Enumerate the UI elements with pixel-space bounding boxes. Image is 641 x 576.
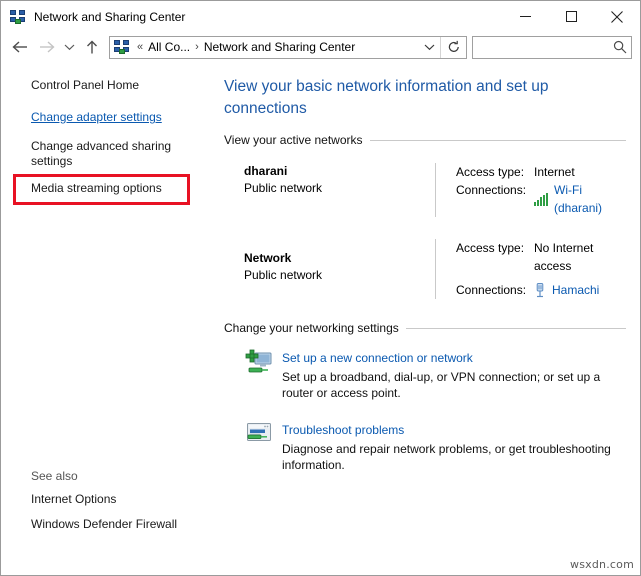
see-also-label: See also: [1, 469, 216, 489]
search-icon[interactable]: [609, 37, 631, 58]
header-rule: [370, 140, 626, 141]
connections-row: Connections: H: [456, 281, 626, 299]
close-button[interactable]: [594, 1, 640, 32]
wifi-signal-icon: [534, 192, 550, 206]
column-divider: [435, 239, 436, 299]
option-set-up-new-connection[interactable]: Set up a new connection or network Set u…: [224, 337, 626, 401]
connection-link[interactable]: Hamachi: [534, 281, 626, 299]
page-title: View your basic network information and …: [224, 76, 596, 120]
see-also-item-windows-defender-firewall[interactable]: Windows Defender Firewall: [1, 514, 216, 535]
address-bar[interactable]: « All Co... › Network and Sharing Center: [109, 36, 467, 59]
search-input[interactable]: [472, 36, 632, 59]
network-entry: dharani Public network Access type: Inte…: [224, 149, 626, 229]
address-bar-network-icon: [114, 39, 130, 55]
refresh-icon[interactable]: [440, 37, 466, 58]
sidebar: Control Panel Home Change adapter settin…: [1, 62, 216, 575]
option-body: Set up a new connection or network Set u…: [282, 349, 626, 401]
up-arrow-icon[interactable]: [79, 35, 105, 59]
see-also-section: See also Internet Options Windows Defend…: [1, 469, 216, 535]
new-connection-icon: [244, 349, 274, 379]
network-name: dharani: [244, 163, 435, 180]
back-arrow-icon[interactable]: [7, 35, 33, 59]
access-type-row: Access type: Internet: [456, 163, 626, 181]
chevron-down-icon[interactable]: [418, 37, 440, 58]
access-type-label: Access type:: [456, 239, 534, 257]
access-type-value: Internet: [534, 163, 626, 181]
network-name: Network: [244, 250, 435, 267]
connection-name[interactable]: Wi-Fi (dharani): [554, 181, 626, 217]
network-entry: Network Public network Access type: No I…: [224, 229, 626, 311]
sidebar-item-change-advanced-sharing-settings[interactable]: Change advanced sharing settings: [1, 136, 216, 172]
troubleshoot-icon: [244, 421, 274, 451]
breadcrumb-separator: ›: [192, 41, 202, 53]
window-controls: [502, 1, 640, 32]
network-identity: dharani Public network: [224, 163, 435, 217]
watermark: wsxdn.com: [570, 558, 634, 571]
network-profile-type: Public network: [244, 267, 435, 284]
maximize-button[interactable]: [548, 1, 594, 32]
option-title[interactable]: Troubleshoot problems: [282, 422, 626, 438]
connections-label: Connections:: [456, 181, 534, 199]
access-type-row: Access type: No Internet access: [456, 239, 626, 275]
network-identity: Network Public network: [224, 239, 435, 299]
networking-settings-header: Change your networking settings: [224, 321, 626, 335]
navigation-bar: « All Co... › Network and Sharing Center: [1, 32, 640, 62]
network-adapter-icon: [534, 283, 548, 297]
network-sharing-center-window: Network and Sharing Center: [0, 0, 641, 576]
access-type-value: No Internet access: [534, 239, 614, 275]
breadcrumb-overflow[interactable]: «: [134, 41, 146, 53]
content-area: Control Panel Home Change adapter settin…: [1, 62, 640, 575]
sidebar-item-control-panel-home[interactable]: Control Panel Home: [1, 75, 216, 96]
sidebar-item-media-streaming-options[interactable]: Media streaming options: [1, 178, 216, 199]
connection-name[interactable]: Hamachi: [552, 281, 599, 299]
recent-locations-chevron-icon[interactable]: [59, 35, 79, 59]
option-title[interactable]: Set up a new connection or network: [282, 350, 626, 366]
active-networks-header: View your active networks: [224, 133, 626, 147]
access-type-label: Access type:: [456, 163, 534, 181]
networking-settings-header-text: Change your networking settings: [224, 321, 406, 335]
option-troubleshoot-problems[interactable]: Troubleshoot problems Diagnose and repai…: [224, 401, 626, 473]
network-details: Access type: Internet Connections:: [456, 163, 626, 217]
network-profile-type: Public network: [244, 180, 435, 197]
breadcrumb-item-all-control-panel[interactable]: All Co...: [146, 40, 192, 54]
title-bar: Network and Sharing Center: [1, 1, 640, 32]
connection-link[interactable]: Wi-Fi (dharani): [534, 181, 626, 217]
minimize-button[interactable]: [502, 1, 548, 32]
network-details: Access type: No Internet access Connecti…: [456, 239, 626, 299]
option-body: Troubleshoot problems Diagnose and repai…: [282, 421, 626, 473]
window-title: Network and Sharing Center: [34, 10, 185, 24]
option-description: Set up a broadband, dial-up, or VPN conn…: [282, 369, 626, 401]
connections-label: Connections:: [456, 281, 534, 299]
see-also-item-internet-options[interactable]: Internet Options: [1, 489, 216, 510]
network-sharing-center-icon: [10, 9, 26, 25]
active-networks-header-text: View your active networks: [224, 133, 370, 147]
header-rule: [406, 328, 626, 329]
forward-arrow-icon: [33, 35, 59, 59]
sidebar-item-change-adapter-settings[interactable]: Change adapter settings: [1, 107, 216, 128]
main-panel: View your basic network information and …: [216, 62, 640, 575]
column-divider: [435, 163, 436, 217]
breadcrumb-item-network-sharing-center[interactable]: Network and Sharing Center: [202, 40, 357, 54]
connections-row: Connections: Wi-Fi (dharani): [456, 181, 626, 217]
option-description: Diagnose and repair network problems, or…: [282, 441, 626, 473]
